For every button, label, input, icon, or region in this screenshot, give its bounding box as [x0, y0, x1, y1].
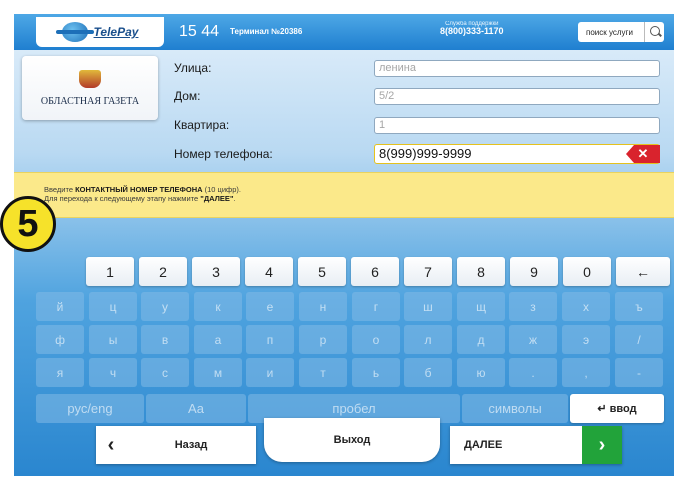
key-letter[interactable]: э: [562, 325, 610, 354]
key-enter[interactable]: ↵ ввод: [570, 394, 664, 423]
key-number[interactable]: 3: [192, 257, 240, 286]
key-letter[interactable]: ф: [36, 325, 84, 354]
exit-label: Выход: [333, 434, 371, 446]
key-symbols[interactable]: символы: [462, 394, 568, 423]
key-letter[interactable]: й: [36, 292, 84, 321]
support-label: Служба поддержки: [445, 21, 499, 27]
key-letter[interactable]: ч: [89, 358, 137, 387]
key-letter[interactable]: х: [562, 292, 610, 321]
telepay-logo: TelePay: [36, 17, 164, 47]
key-letter[interactable]: з: [509, 292, 557, 321]
street-label: Улица:: [174, 61, 212, 75]
key-letter[interactable]: е: [246, 292, 294, 321]
exit-button[interactable]: Выход: [264, 418, 440, 462]
key-letter[interactable]: н: [299, 292, 347, 321]
key-case[interactable]: Аа: [146, 394, 246, 423]
key-letter[interactable]: ъ: [615, 292, 663, 321]
key-letter[interactable]: с: [141, 358, 189, 387]
key-letter[interactable]: и: [246, 358, 294, 387]
key-number[interactable]: 4: [245, 257, 293, 286]
key-number[interactable]: 7: [404, 257, 452, 286]
kiosk-screen: TelePay 15 44 Терминал №20386 Служба под…: [14, 14, 674, 476]
key-letter[interactable]: щ: [457, 292, 505, 321]
next-button[interactable]: ДАЛЕЕ ›: [450, 426, 622, 464]
key-number[interactable]: 6: [351, 257, 399, 286]
flat-field[interactable]: 1: [374, 117, 660, 134]
key-letter[interactable]: -: [615, 358, 663, 387]
clock: 15 44: [179, 23, 220, 40]
provider-name: ОБЛАСТНАЯ ГАЗЕТА: [40, 95, 140, 107]
support-phone: 8(800)333-1170: [440, 26, 504, 37]
street-field[interactable]: ленина: [374, 60, 660, 77]
key-number[interactable]: 1: [86, 257, 134, 286]
key-letter[interactable]: г: [352, 292, 400, 321]
hint-banner: Введите КОНТАКТНЫЙ НОМЕР ТЕЛЕФОНА (10 ци…: [14, 172, 674, 218]
key-letter[interactable]: т: [299, 358, 347, 387]
key-letter[interactable]: а: [194, 325, 242, 354]
step-number-badge: 5: [0, 196, 56, 252]
hint-line-1: Введите КОНТАКТНЫЙ НОМЕР ТЕЛЕФОНА (10 ци…: [44, 185, 241, 194]
next-label: ДАЛЕЕ: [464, 439, 503, 451]
key-letter[interactable]: к: [194, 292, 242, 321]
hint-line-2: Для перехода к следующему этапу нажмите …: [44, 194, 236, 204]
phone-label: Номер телефона:: [174, 147, 273, 161]
key-number[interactable]: 2: [139, 257, 187, 286]
phone-field[interactable]: 8(999)999-9999: [374, 144, 660, 164]
key-letter[interactable]: ь: [352, 358, 400, 387]
key-letter[interactable]: м: [194, 358, 242, 387]
support-info: Служба поддержки 8(800)333-1170: [440, 21, 504, 37]
terminal-id: Терминал №20386: [230, 27, 303, 36]
house-label: Дом:: [174, 89, 201, 103]
key-letter[interactable]: ш: [404, 292, 452, 321]
key-letter[interactable]: ц: [89, 292, 137, 321]
key-number[interactable]: 5: [298, 257, 346, 286]
coat-of-arms-icon: [79, 69, 101, 88]
key-letter[interactable]: ы: [89, 325, 137, 354]
search-icon: [644, 22, 664, 42]
key-letter[interactable]: у: [141, 292, 189, 321]
key-letter[interactable]: д: [457, 325, 505, 354]
logo-text: TelePay: [93, 25, 139, 39]
back-label: Назад: [174, 439, 208, 451]
key-letter[interactable]: б: [404, 358, 452, 387]
key-letter[interactable]: п: [246, 325, 294, 354]
key-letter[interactable]: я: [36, 358, 84, 387]
key-letter[interactable]: р: [299, 325, 347, 354]
key-number[interactable]: 0: [563, 257, 611, 286]
key-letter[interactable]: в: [141, 325, 189, 354]
house-field[interactable]: 5/2: [374, 88, 660, 105]
search-services-button[interactable]: поиск услуги: [578, 22, 664, 42]
key-letter[interactable]: о: [352, 325, 400, 354]
search-label: поиск услуги: [586, 27, 633, 37]
header-bar: TelePay 15 44 Терминал №20386 Служба под…: [14, 14, 674, 50]
key-letter[interactable]: л: [404, 325, 452, 354]
back-button[interactable]: ‹ Назад: [96, 426, 256, 464]
chevron-left-icon: ‹: [107, 433, 115, 456]
key-number[interactable]: ←: [616, 257, 670, 286]
flat-label: Квартира:: [174, 118, 230, 132]
key-number[interactable]: 9: [510, 257, 558, 286]
key-lang[interactable]: рус/eng: [36, 394, 144, 423]
globe-icon: [55, 22, 94, 42]
provider-card: ОБЛАСТНАЯ ГАЗЕТА: [22, 56, 158, 120]
key-letter[interactable]: ж: [509, 325, 557, 354]
key-letter[interactable]: ю: [457, 358, 505, 387]
key-number[interactable]: 8: [457, 257, 505, 286]
key-letter[interactable]: .: [509, 358, 557, 387]
key-letter[interactable]: ,: [562, 358, 610, 387]
chevron-right-icon: ›: [582, 426, 622, 464]
key-letter[interactable]: /: [615, 325, 663, 354]
